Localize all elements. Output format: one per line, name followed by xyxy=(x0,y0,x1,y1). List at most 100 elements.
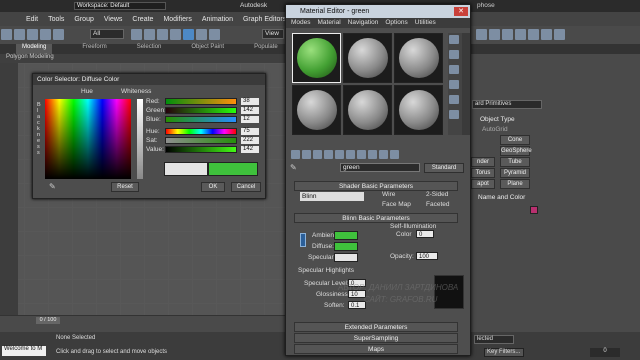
teapot-button[interactable]: apot xyxy=(471,179,495,189)
material-slot[interactable] xyxy=(343,85,392,135)
menu-create[interactable]: Create xyxy=(132,16,153,23)
hue-slider[interactable] xyxy=(165,128,237,135)
geosphere-button[interactable]: GeoSphere xyxy=(500,146,532,156)
menu-material[interactable]: Material xyxy=(318,18,341,28)
show-map-icon[interactable] xyxy=(379,150,388,159)
selection-filter-dropdown[interactable]: All xyxy=(90,29,124,39)
shader-dropdown[interactable]: Blinn xyxy=(300,192,364,201)
copy-material-icon[interactable] xyxy=(335,150,344,159)
backlight-icon[interactable] xyxy=(449,50,459,59)
torus-button[interactable]: Torus xyxy=(471,168,495,178)
schematic-icon[interactable] xyxy=(489,29,500,40)
timeline[interactable]: 0 / 100 xyxy=(0,315,290,332)
green-value[interactable]: 142 xyxy=(241,107,259,114)
material-editor-icon[interactable] xyxy=(502,29,513,40)
material-slot[interactable] xyxy=(394,33,443,83)
menu-group[interactable]: Group xyxy=(74,16,93,23)
menu-tools[interactable]: Tools xyxy=(48,16,64,23)
face-map-checkbox[interactable]: Face Map xyxy=(382,201,411,208)
render-setup-icon[interactable] xyxy=(515,29,526,40)
video-check-icon[interactable] xyxy=(449,95,459,104)
material-name-field[interactable]: green xyxy=(340,163,420,172)
ok-button[interactable]: OK xyxy=(201,182,225,192)
workspace-dropdown[interactable]: Workspace: Default xyxy=(74,2,166,10)
primitives-dropdown[interactable]: ard Primitives xyxy=(472,100,542,109)
show-end-result-icon[interactable] xyxy=(390,150,399,159)
sat-value[interactable]: 222 xyxy=(241,137,259,144)
value-slider[interactable] xyxy=(165,146,237,153)
specular-swatch[interactable] xyxy=(334,253,358,262)
green-slider[interactable] xyxy=(165,107,237,114)
put-to-library-icon[interactable] xyxy=(357,150,366,159)
menu-edit[interactable]: Edit xyxy=(26,16,38,23)
supersampling-rollout[interactable]: SuperSampling xyxy=(294,333,458,343)
menu-options[interactable]: Options xyxy=(385,18,407,28)
object-color-swatch[interactable] xyxy=(530,206,538,214)
red-slider[interactable] xyxy=(165,98,237,105)
undo-icon[interactable] xyxy=(1,29,12,40)
menu-modifiers[interactable]: Modifiers xyxy=(163,16,191,23)
slot-scrollbar[interactable] xyxy=(462,33,470,135)
hue-picker[interactable] xyxy=(45,99,131,179)
shader-rollout-header[interactable]: Shader Basic Parameters xyxy=(294,181,458,191)
tab-object-paint[interactable]: Object Paint xyxy=(191,44,224,54)
autogrid-label[interactable]: AutoGrid xyxy=(482,126,508,133)
maps-rollout[interactable]: Maps xyxy=(294,344,458,354)
tab-selection[interactable]: Selection xyxy=(137,44,162,54)
menu-modes[interactable]: Modes xyxy=(291,18,311,28)
ambient-swatch[interactable] xyxy=(334,231,358,240)
sat-slider[interactable] xyxy=(165,137,237,144)
unlink-icon[interactable] xyxy=(40,29,51,40)
material-slot[interactable] xyxy=(394,85,443,135)
menu-animation[interactable]: Animation xyxy=(202,16,233,23)
redo-icon[interactable] xyxy=(14,29,25,40)
menu-utilities[interactable]: Utilities xyxy=(415,18,436,28)
options-icon[interactable] xyxy=(449,110,459,119)
material-id-icon[interactable] xyxy=(368,150,377,159)
bind-icon[interactable] xyxy=(53,29,64,40)
material-slot[interactable] xyxy=(343,33,392,83)
material-type-button[interactable]: Standard xyxy=(424,163,464,173)
render-icon[interactable] xyxy=(541,29,552,40)
assign-material-icon[interactable] xyxy=(313,150,322,159)
selection-set-dropdown[interactable]: lected xyxy=(474,335,514,344)
cylinder-button[interactable]: nder xyxy=(471,157,495,167)
move-icon[interactable] xyxy=(183,29,194,40)
red-value[interactable]: 38 xyxy=(241,98,259,105)
value-value[interactable]: 142 xyxy=(241,146,259,153)
extended-parameters-rollout[interactable]: Extended Parameters xyxy=(294,322,458,332)
blinn-rollout-header[interactable]: Blinn Basic Parameters xyxy=(294,213,458,223)
lock-ambient-diffuse-icon[interactable] xyxy=(300,233,306,247)
pyramid-button[interactable]: Pyramid xyxy=(500,168,530,178)
maxscript-listener[interactable]: Welcome to M xyxy=(2,346,46,356)
time-slider[interactable]: 0 / 100 xyxy=(36,317,60,324)
scale-icon[interactable] xyxy=(209,29,220,40)
reference-coord-dropdown[interactable]: View xyxy=(262,29,284,39)
menu-navigation[interactable]: Navigation xyxy=(348,18,379,28)
tab-freeform[interactable]: Freeform xyxy=(82,44,106,54)
self-illum-color-checkbox[interactable]: Color xyxy=(396,231,412,238)
tab-modeling[interactable]: Modeling xyxy=(16,44,53,54)
blue-value[interactable]: 12 xyxy=(241,116,259,123)
window-icon[interactable] xyxy=(170,29,181,40)
whiteness-bar[interactable] xyxy=(137,99,143,179)
curve-editor-icon[interactable] xyxy=(476,29,487,40)
cancel-button[interactable]: Cancel xyxy=(231,182,261,192)
pick-material-icon[interactable]: ✎ xyxy=(290,163,297,172)
close-icon[interactable]: ✕ xyxy=(454,7,468,16)
material-slot[interactable] xyxy=(292,85,341,135)
uv-tiling-icon[interactable] xyxy=(449,80,459,89)
select-icon[interactable] xyxy=(131,29,142,40)
rotate-icon[interactable] xyxy=(196,29,207,40)
tab-populate[interactable]: Populate xyxy=(254,44,278,54)
background-icon[interactable] xyxy=(449,65,459,74)
reset-button[interactable]: Reset xyxy=(111,182,139,192)
link-icon[interactable] xyxy=(27,29,38,40)
self-illum-value[interactable]: 0 xyxy=(416,230,434,238)
put-to-scene-icon[interactable] xyxy=(302,150,311,159)
cone-button[interactable]: Cone xyxy=(500,135,530,145)
eyedropper-icon[interactable]: ✎ xyxy=(49,182,56,191)
hue-value[interactable]: 75 xyxy=(241,128,259,135)
reset-map-icon[interactable] xyxy=(324,150,333,159)
two-sided-checkbox[interactable]: 2-Sided xyxy=(426,191,448,198)
